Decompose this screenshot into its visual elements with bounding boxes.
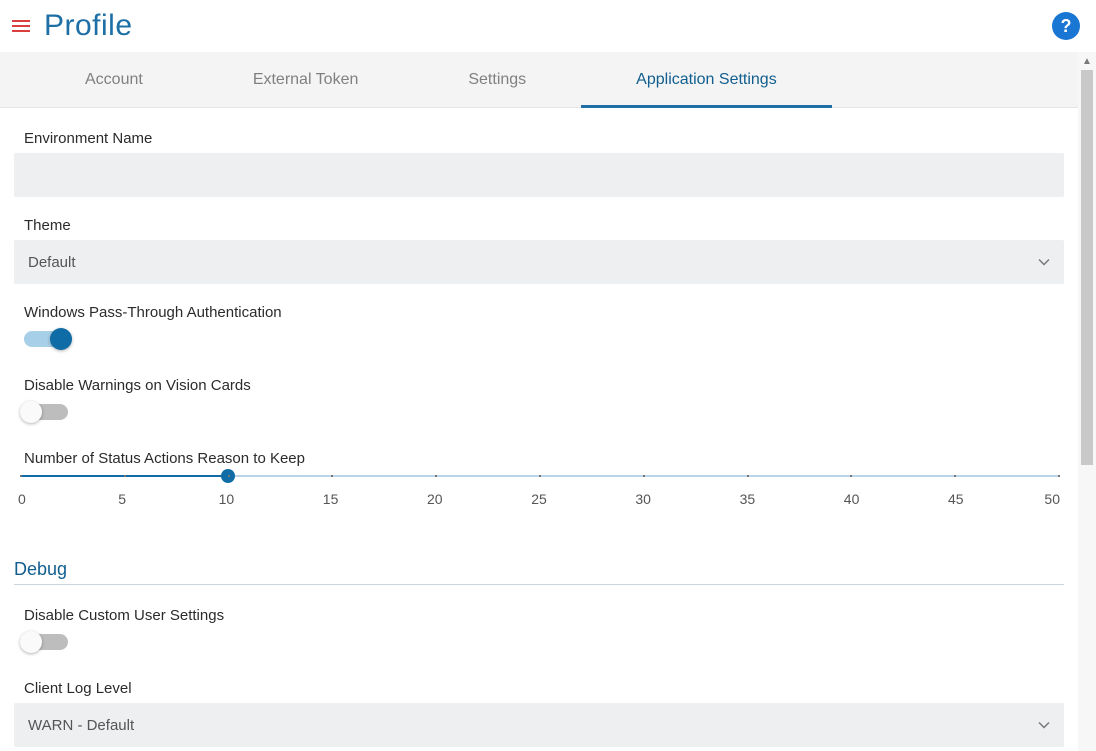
slider-tick xyxy=(643,475,645,477)
toggle-knob xyxy=(50,328,72,350)
slider-tick xyxy=(331,475,333,477)
slider-tick-label: 25 xyxy=(531,491,547,507)
slider-tick-label: 40 xyxy=(844,491,860,507)
theme-label: Theme xyxy=(14,217,1064,234)
win-passthrough-toggle[interactable] xyxy=(24,331,68,347)
status-actions-label: Number of Status Actions Reason to Keep xyxy=(14,450,1064,467)
content-main: Account External Token Settings Applicat… xyxy=(0,52,1078,751)
slider-track xyxy=(20,475,1058,477)
disable-custom-label: Disable Custom User Settings xyxy=(24,607,1064,624)
slider-tick xyxy=(20,475,22,477)
theme-select[interactable]: Default xyxy=(14,240,1064,284)
content-outer: Account External Token Settings Applicat… xyxy=(0,52,1096,751)
client-log-level-label: Client Log Level xyxy=(14,680,1064,697)
slider-tick-label: 0 xyxy=(18,491,26,507)
scroll-up-icon[interactable]: ▲ xyxy=(1078,52,1096,70)
disable-warnings-label: Disable Warnings on Vision Cards xyxy=(24,377,1064,394)
tab-settings[interactable]: Settings xyxy=(413,52,581,107)
client-log-level-value: WARN - Default xyxy=(28,717,134,734)
page-title: Profile xyxy=(44,9,1052,43)
slider-tick xyxy=(124,475,126,477)
tab-external-token[interactable]: External Token xyxy=(198,52,414,107)
scrollbar[interactable]: ▲ xyxy=(1078,52,1096,751)
chevron-down-icon xyxy=(1038,722,1050,729)
slider-tick xyxy=(539,475,541,477)
slider-tick-label: 10 xyxy=(219,491,235,507)
slider-tick-label: 30 xyxy=(635,491,651,507)
disable-warnings-toggle[interactable] xyxy=(24,404,68,420)
slider-labels: 0 5 10 15 20 25 30 35 40 45 50 xyxy=(18,491,1060,515)
disable-custom-row: Disable Custom User Settings xyxy=(14,607,1064,650)
slider-tick xyxy=(435,475,437,477)
environment-name-field[interactable] xyxy=(14,153,1064,197)
slider-tick xyxy=(850,475,852,477)
slider-tick-label: 5 xyxy=(118,491,126,507)
slider-tick-label: 20 xyxy=(427,491,443,507)
slider-tick xyxy=(747,475,749,477)
status-actions-slider[interactable]: 0 5 10 15 20 25 30 35 40 45 50 xyxy=(14,475,1064,515)
slider-tick-label: 45 xyxy=(948,491,964,507)
debug-heading: Debug xyxy=(14,559,1064,585)
scrollbar-thumb[interactable] xyxy=(1081,70,1093,465)
chevron-down-icon xyxy=(1038,259,1050,266)
slider-tick xyxy=(954,475,956,477)
scrollbar-track[interactable] xyxy=(1078,70,1096,751)
environment-name-label: Environment Name xyxy=(14,130,1064,147)
slider-tick-label: 15 xyxy=(323,491,339,507)
toggle-knob xyxy=(20,401,42,423)
header: Profile ? xyxy=(0,0,1096,52)
tab-application-settings[interactable]: Application Settings xyxy=(581,52,832,107)
win-passthrough-label: Windows Pass-Through Authentication xyxy=(24,304,1064,321)
tabs: Account External Token Settings Applicat… xyxy=(0,52,1078,108)
tab-account[interactable]: Account xyxy=(30,52,198,107)
slider-tick-label: 50 xyxy=(1044,491,1060,507)
toggle-knob xyxy=(20,631,42,653)
theme-value: Default xyxy=(28,254,76,271)
form-area: Environment Name Theme Default Windows P… xyxy=(0,108,1078,747)
hamburger-icon[interactable] xyxy=(12,20,30,32)
disable-custom-toggle[interactable] xyxy=(24,634,68,650)
slider-tick xyxy=(228,475,230,477)
disable-warnings-row: Disable Warnings on Vision Cards xyxy=(14,377,1064,420)
client-log-level-select[interactable]: WARN - Default xyxy=(14,703,1064,747)
win-passthrough-row: Windows Pass-Through Authentication xyxy=(14,304,1064,347)
slider-tick xyxy=(1058,475,1060,477)
slider-tick-label: 35 xyxy=(740,491,756,507)
help-icon[interactable]: ? xyxy=(1052,12,1080,40)
